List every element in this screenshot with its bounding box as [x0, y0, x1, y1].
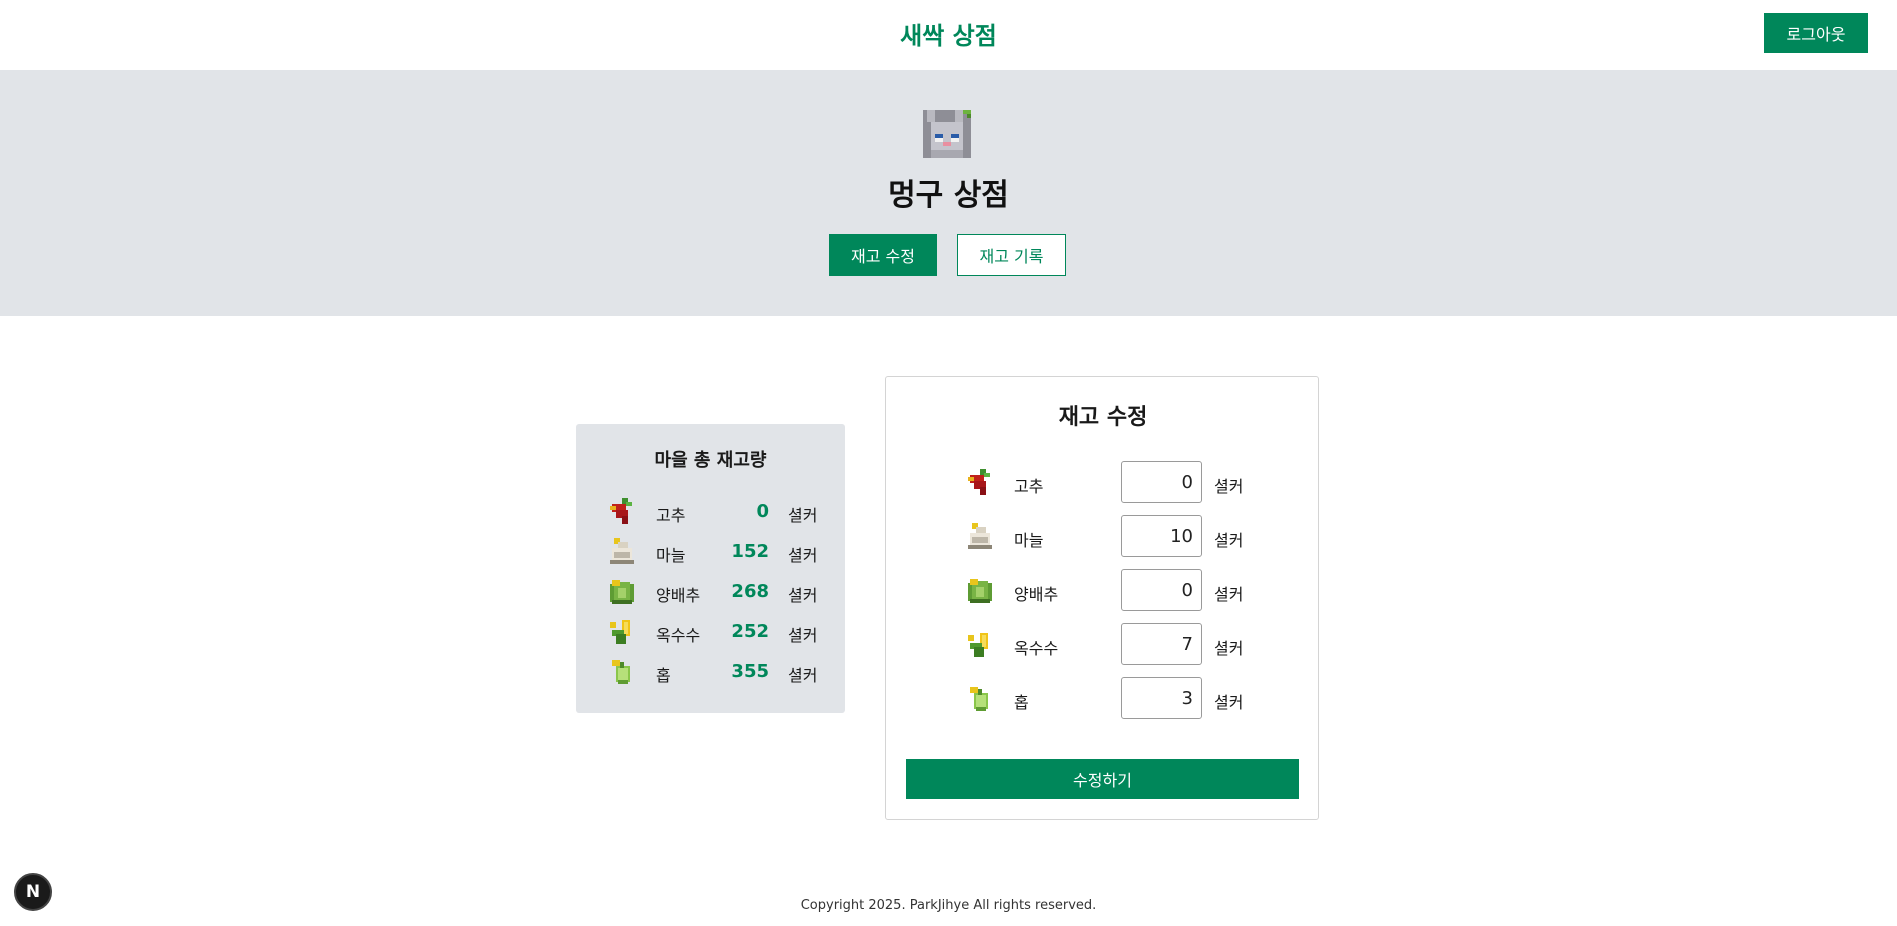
cabbage-qty-input[interactable]: [1121, 569, 1202, 611]
form-row: 양배추 셜커: [886, 569, 1320, 613]
pepper-icon: [610, 498, 632, 524]
item-qty: 152: [731, 541, 769, 562]
item-unit: 셜커: [788, 546, 818, 565]
shop-name: 멍구 상점: [888, 178, 1009, 213]
item-unit: 셜커: [1214, 477, 1244, 496]
submit-edit-button[interactable]: 수정하기: [906, 759, 1299, 799]
list-item: 마늘 152 셜커: [576, 532, 845, 572]
cabbage-icon: [610, 580, 634, 604]
hops-icon: [612, 660, 630, 684]
item-unit: 셜커: [1214, 585, 1244, 604]
garlic-icon: [968, 523, 992, 549]
tab-stock-edit[interactable]: 재고 수정: [829, 234, 937, 276]
stock-edit-title: 재고 수정: [1058, 405, 1148, 430]
item-name: 마늘: [1014, 531, 1044, 550]
item-name: 양배추: [656, 586, 701, 605]
avatar-icon: [923, 110, 971, 158]
form-row: 홉 셜커: [886, 677, 1320, 721]
item-qty: 0: [756, 501, 769, 522]
stock-edit-form: 재고 수정 고추 셜커 마늘 셜커 양배추 셜커: [885, 376, 1319, 820]
form-row: 고추 셜커: [886, 461, 1320, 505]
item-name: 홉: [1014, 693, 1029, 712]
list-item: 홉 355 셜커: [576, 652, 845, 692]
site-title[interactable]: 새싹 상점: [0, 16, 1897, 51]
top-bar: 새싹 상점 로그아웃: [0, 0, 1897, 70]
garlic-qty-input[interactable]: [1121, 515, 1202, 557]
hops-icon: [970, 687, 988, 711]
corn-qty-input[interactable]: [1121, 623, 1202, 665]
hops-qty-input[interactable]: [1121, 677, 1202, 719]
item-name: 마늘: [656, 546, 686, 565]
list-item: 양배추 268 셜커: [576, 572, 845, 612]
item-unit: 셜커: [788, 586, 818, 605]
pepper-icon: [968, 469, 990, 495]
item-unit: 셜커: [788, 666, 818, 685]
item-qty: 268: [731, 581, 769, 602]
item-name: 옥수수: [1014, 639, 1059, 658]
cabbage-icon: [968, 579, 992, 603]
pepper-qty-input[interactable]: [1121, 461, 1202, 503]
tab-stock-history[interactable]: 재고 기록: [957, 234, 1066, 276]
item-qty: 252: [731, 621, 769, 642]
item-unit: 셜커: [1214, 693, 1244, 712]
item-unit: 셜커: [1214, 531, 1244, 550]
dev-tools-badge[interactable]: N: [14, 873, 52, 911]
item-unit: 셜커: [788, 626, 818, 645]
item-unit: 셜커: [1214, 639, 1244, 658]
village-total-stock-card: 마을 총 재고량 고추 0 셜커 마늘 152 셜커 양배추 268 셜커 옥수…: [576, 424, 845, 713]
item-name: 양배추: [1014, 585, 1059, 604]
item-unit: 셜커: [788, 506, 818, 525]
item-name: 고추: [1014, 477, 1044, 496]
corn-icon: [610, 620, 630, 644]
item-qty: 355: [731, 661, 769, 682]
item-name: 고추: [656, 506, 686, 525]
shop-banner: 멍구 상점 재고 수정 재고 기록: [0, 70, 1897, 316]
list-item: 고추 0 셜커: [576, 492, 845, 532]
form-row: 옥수수 셜커: [886, 623, 1320, 667]
logout-button[interactable]: 로그아웃: [1764, 13, 1868, 53]
form-row: 마늘 셜커: [886, 515, 1320, 559]
item-name: 홉: [656, 666, 671, 685]
garlic-icon: [610, 538, 634, 564]
corn-icon: [968, 633, 988, 657]
list-item: 옥수수 252 셜커: [576, 612, 845, 652]
item-name: 옥수수: [656, 626, 701, 645]
footer-copyright: Copyright 2025. ParkJihye All rights res…: [800, 898, 1097, 913]
total-stock-title: 마을 총 재고량: [654, 450, 767, 471]
